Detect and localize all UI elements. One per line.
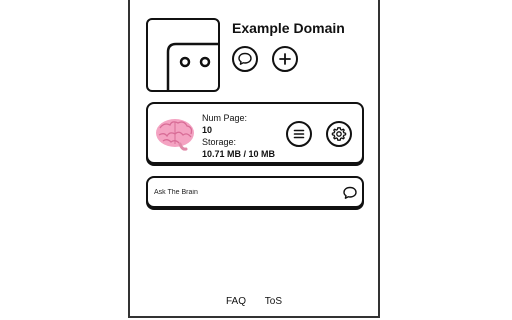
chat-button[interactable]: [232, 46, 258, 72]
plus-icon: [279, 53, 291, 65]
ask-brain-box: [146, 176, 364, 208]
brain-icon: [156, 119, 194, 151]
menu-button[interactable]: [286, 121, 312, 147]
chat-bubble-icon: [343, 186, 357, 199]
chat-bubble-icon: [238, 52, 252, 65]
extension-popup: Example Domain Num Page: 10 Storage: 10.…: [128, 0, 380, 318]
num-page-label: Num Page:: [202, 113, 248, 123]
brain-stats-card: Num Page: 10 Storage: 10.71 MB / 10 MB: [146, 102, 364, 164]
robot-face-icon: [146, 18, 220, 92]
faq-link[interactable]: FAQ: [226, 296, 246, 307]
menu-icon: [293, 129, 305, 139]
brain-stats: Num Page: 10 Storage: 10.71 MB / 10 MB: [202, 112, 275, 160]
storage-value: 10.71 MB / 10 MB: [202, 149, 276, 159]
tos-link[interactable]: ToS: [265, 296, 282, 307]
storage-label: Storage:: [202, 137, 237, 147]
ask-brain-input[interactable]: [154, 184, 334, 200]
add-button[interactable]: [272, 46, 298, 72]
settings-button[interactable]: [326, 121, 352, 147]
page-title: Example Domain: [232, 20, 345, 36]
site-header: Example Domain: [146, 18, 366, 94]
num-page-value: 10: [202, 125, 213, 135]
footer-links: FAQ ToS: [130, 296, 378, 307]
ask-send-button[interactable]: [342, 185, 358, 206]
gear-icon: [331, 127, 347, 141]
